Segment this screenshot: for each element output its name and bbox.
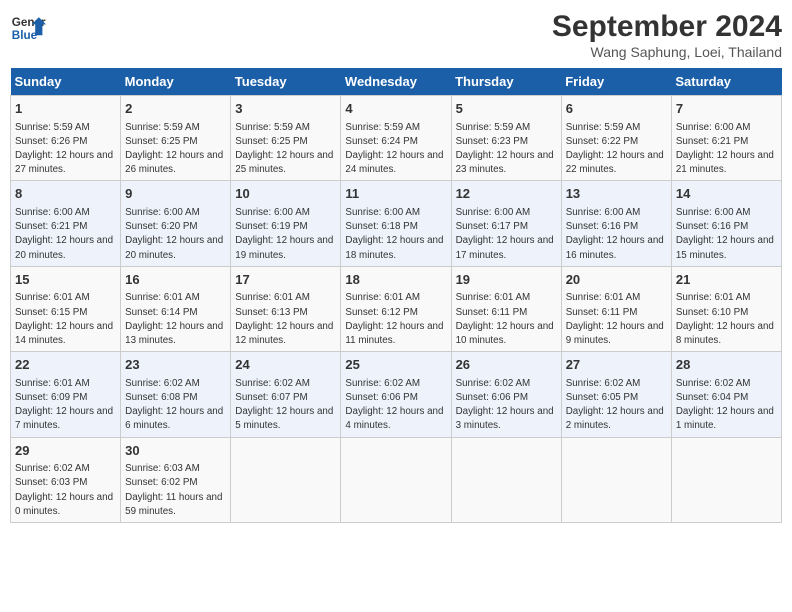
- calendar-cell-empty: [671, 437, 781, 522]
- calendar-cell-15: 15Sunrise: 6:01 AMSunset: 6:15 PMDayligh…: [11, 266, 121, 351]
- calendar-cell-empty: [451, 437, 561, 522]
- column-header-thursday: Thursday: [451, 68, 561, 96]
- calendar-cell-4: 4Sunrise: 5:59 AMSunset: 6:24 PMDaylight…: [341, 96, 451, 181]
- main-title: September 2024: [552, 10, 782, 44]
- calendar-cell-7: 7Sunrise: 6:00 AMSunset: 6:21 PMDaylight…: [671, 96, 781, 181]
- calendar-cell-27: 27Sunrise: 6:02 AMSunset: 6:05 PMDayligh…: [561, 352, 671, 437]
- calendar-body: 1Sunrise: 5:59 AMSunset: 6:26 PMDaylight…: [11, 96, 782, 523]
- calendar-cell-2: 2Sunrise: 5:59 AMSunset: 6:25 PMDaylight…: [121, 96, 231, 181]
- calendar-cell-9: 9Sunrise: 6:00 AMSunset: 6:20 PMDaylight…: [121, 181, 231, 266]
- calendar-cell-14: 14Sunrise: 6:00 AMSunset: 6:16 PMDayligh…: [671, 181, 781, 266]
- column-header-friday: Friday: [561, 68, 671, 96]
- calendar-cell-19: 19Sunrise: 6:01 AMSunset: 6:11 PMDayligh…: [451, 266, 561, 351]
- calendar-cell-30: 30Sunrise: 6:03 AMSunset: 6:02 PMDayligh…: [121, 437, 231, 522]
- calendar-cell-17: 17Sunrise: 6:01 AMSunset: 6:13 PMDayligh…: [231, 266, 341, 351]
- calendar-cell-11: 11Sunrise: 6:00 AMSunset: 6:18 PMDayligh…: [341, 181, 451, 266]
- column-header-wednesday: Wednesday: [341, 68, 451, 96]
- calendar-cell-20: 20Sunrise: 6:01 AMSunset: 6:11 PMDayligh…: [561, 266, 671, 351]
- calendar-cell-24: 24Sunrise: 6:02 AMSunset: 6:07 PMDayligh…: [231, 352, 341, 437]
- page-header: General Blue September 2024 Wang Saphung…: [10, 10, 782, 60]
- calendar-cell-5: 5Sunrise: 5:59 AMSunset: 6:23 PMDaylight…: [451, 96, 561, 181]
- subtitle: Wang Saphung, Loei, Thailand: [552, 44, 782, 60]
- calendar-week-0: 1Sunrise: 5:59 AMSunset: 6:26 PMDaylight…: [11, 96, 782, 181]
- calendar-cell-3: 3Sunrise: 5:59 AMSunset: 6:25 PMDaylight…: [231, 96, 341, 181]
- calendar-cell-21: 21Sunrise: 6:01 AMSunset: 6:10 PMDayligh…: [671, 266, 781, 351]
- column-header-monday: Monday: [121, 68, 231, 96]
- calendar-cell-6: 6Sunrise: 5:59 AMSunset: 6:22 PMDaylight…: [561, 96, 671, 181]
- calendar-cell-25: 25Sunrise: 6:02 AMSunset: 6:06 PMDayligh…: [341, 352, 451, 437]
- calendar-cell-8: 8Sunrise: 6:00 AMSunset: 6:21 PMDaylight…: [11, 181, 121, 266]
- calendar-cell-28: 28Sunrise: 6:02 AMSunset: 6:04 PMDayligh…: [671, 352, 781, 437]
- column-header-tuesday: Tuesday: [231, 68, 341, 96]
- calendar-week-4: 29Sunrise: 6:02 AMSunset: 6:03 PMDayligh…: [11, 437, 782, 522]
- logo: General Blue: [10, 10, 46, 46]
- calendar-cell-23: 23Sunrise: 6:02 AMSunset: 6:08 PMDayligh…: [121, 352, 231, 437]
- calendar-cell-10: 10Sunrise: 6:00 AMSunset: 6:19 PMDayligh…: [231, 181, 341, 266]
- svg-text:Blue: Blue: [12, 29, 38, 42]
- calendar-week-2: 15Sunrise: 6:01 AMSunset: 6:15 PMDayligh…: [11, 266, 782, 351]
- calendar-cell-26: 26Sunrise: 6:02 AMSunset: 6:06 PMDayligh…: [451, 352, 561, 437]
- logo-icon: General Blue: [10, 10, 46, 46]
- calendar-cell-empty: [561, 437, 671, 522]
- calendar-table: SundayMondayTuesdayWednesdayThursdayFrid…: [10, 68, 782, 523]
- column-header-sunday: Sunday: [11, 68, 121, 96]
- calendar-cell-empty: [231, 437, 341, 522]
- calendar-cell-13: 13Sunrise: 6:00 AMSunset: 6:16 PMDayligh…: [561, 181, 671, 266]
- calendar-cell-empty: [341, 437, 451, 522]
- calendar-cell-18: 18Sunrise: 6:01 AMSunset: 6:12 PMDayligh…: [341, 266, 451, 351]
- title-block: September 2024 Wang Saphung, Loei, Thail…: [552, 10, 782, 60]
- calendar-cell-12: 12Sunrise: 6:00 AMSunset: 6:17 PMDayligh…: [451, 181, 561, 266]
- calendar-cell-29: 29Sunrise: 6:02 AMSunset: 6:03 PMDayligh…: [11, 437, 121, 522]
- column-header-saturday: Saturday: [671, 68, 781, 96]
- calendar-cell-16: 16Sunrise: 6:01 AMSunset: 6:14 PMDayligh…: [121, 266, 231, 351]
- calendar-cell-22: 22Sunrise: 6:01 AMSunset: 6:09 PMDayligh…: [11, 352, 121, 437]
- calendar-header-row: SundayMondayTuesdayWednesdayThursdayFrid…: [11, 68, 782, 96]
- calendar-week-1: 8Sunrise: 6:00 AMSunset: 6:21 PMDaylight…: [11, 181, 782, 266]
- calendar-week-3: 22Sunrise: 6:01 AMSunset: 6:09 PMDayligh…: [11, 352, 782, 437]
- calendar-cell-1: 1Sunrise: 5:59 AMSunset: 6:26 PMDaylight…: [11, 96, 121, 181]
